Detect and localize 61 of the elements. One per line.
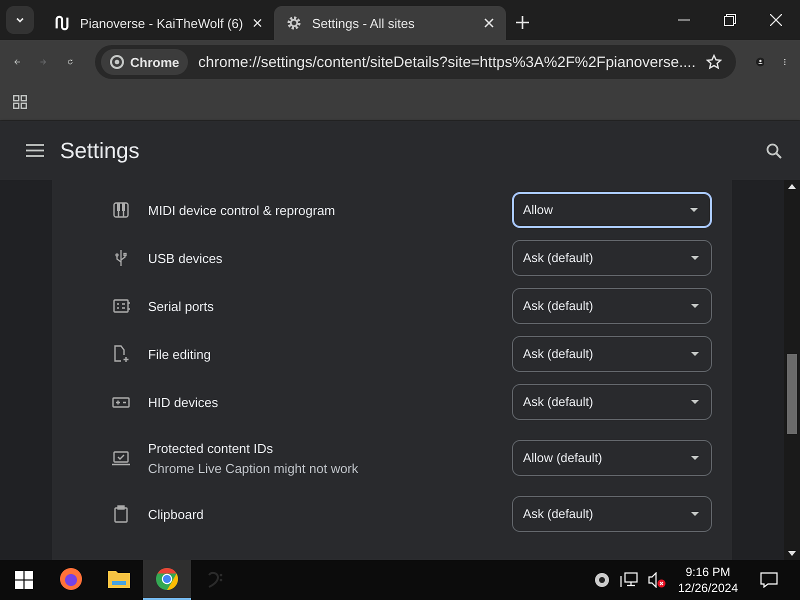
permission-dropdown[interactable]: Ask (default) xyxy=(512,240,712,276)
caret-icon xyxy=(691,352,699,356)
caret-icon xyxy=(691,400,699,404)
close-icon[interactable] xyxy=(253,18,262,28)
star-icon[interactable] xyxy=(706,54,722,70)
permission-dropdown[interactable]: Ask (default) xyxy=(512,288,712,324)
piano-icon xyxy=(112,201,130,219)
file-icon xyxy=(112,345,130,363)
close-icon[interactable] xyxy=(484,18,494,28)
caret-icon xyxy=(691,456,699,460)
scroll-up-icon[interactable] xyxy=(788,184,796,189)
folder-icon xyxy=(107,568,131,590)
serial-icon xyxy=(112,297,130,315)
chrome-chip[interactable]: Chrome xyxy=(101,49,188,75)
url-text: chrome://settings/content/siteDetails?site=https%3A%2F%2Fpianoverse.... xyxy=(198,54,696,70)
chrome-icon xyxy=(155,567,179,591)
taskbar-app[interactable] xyxy=(143,560,191,600)
restore-icon[interactable] xyxy=(724,14,736,26)
permission-label: HID devices xyxy=(148,394,220,410)
apps-icon[interactable] xyxy=(13,95,27,109)
permission-label: Serial ports xyxy=(148,298,215,314)
tab-title: Pianoverse - KaiTheWolf (6) xyxy=(80,16,244,30)
page-title: Settings xyxy=(60,138,140,164)
scrollbar[interactable] xyxy=(784,180,800,560)
permission-dropdown[interactable]: Ask (default) xyxy=(512,384,712,420)
chrome-logo-icon xyxy=(110,55,124,69)
permission-label: MIDI device control & reprogram xyxy=(148,202,336,218)
browser-tab[interactable]: Settings - All sites xyxy=(274,6,506,40)
volume-muted-icon[interactable] xyxy=(648,572,666,588)
search-icon[interactable] xyxy=(766,142,782,158)
scroll-down-icon[interactable] xyxy=(788,551,796,556)
browser-tab[interactable]: Pianoverse - KaiTheWolf (6) xyxy=(42,6,274,40)
settings-icon xyxy=(286,15,302,31)
caret-icon xyxy=(691,304,699,308)
permission-label: USB devices xyxy=(148,250,224,266)
new-tab-icon[interactable] xyxy=(516,16,529,29)
permission-dropdown[interactable]: Allow (default) xyxy=(512,440,712,476)
windows-start-icon[interactable] xyxy=(15,571,33,589)
permission-label: Protected content IDs xyxy=(148,440,274,456)
address-bar[interactable]: Chrome chrome://settings/content/siteDetails?site=https%3A%2F%2Fpianoverse.... xyxy=(95,45,736,79)
scrollbar-thumb[interactable] xyxy=(787,354,797,434)
caret-icon xyxy=(690,208,698,212)
permission-note: Chrome Live Caption might not work xyxy=(148,460,360,476)
menu-icon[interactable] xyxy=(26,144,44,157)
caret-icon xyxy=(691,512,699,516)
close-icon[interactable] xyxy=(770,14,782,26)
logo-icon xyxy=(54,14,70,32)
permission-dropdown[interactable]: Allow xyxy=(512,192,712,228)
webcam-icon[interactable] xyxy=(594,572,610,588)
firefox-icon xyxy=(59,567,83,591)
network-icon[interactable] xyxy=(620,572,638,588)
screen-icon xyxy=(112,449,130,467)
tab-title: Settings - All sites xyxy=(312,16,416,30)
clock[interactable]: 9:16 PM 12/26/2024 xyxy=(678,564,738,596)
notification-icon[interactable] xyxy=(760,572,778,588)
caret-icon xyxy=(691,256,699,260)
permission-dropdown[interactable]: Ask (default) xyxy=(512,496,712,532)
clipboard-icon xyxy=(112,505,130,523)
permission-label: File editing xyxy=(148,346,212,362)
permission-dropdown[interactable]: Ask (default) xyxy=(512,336,712,372)
permission-label: Clipboard xyxy=(148,506,205,522)
